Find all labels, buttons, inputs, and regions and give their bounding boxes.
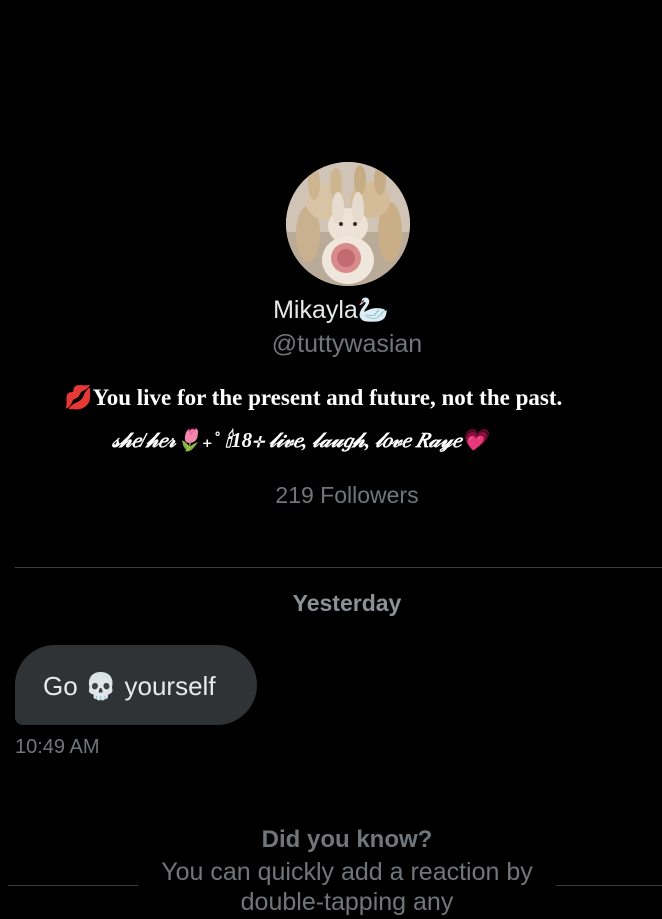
tip-body: You can quickly add a reaction by double… <box>161 858 533 916</box>
tip-title: Did you know? <box>261 826 433 853</box>
profile-handle[interactable]: @tuttywasian <box>0 330 662 359</box>
header-divider <box>15 567 662 568</box>
followers-count[interactable]: 219 Followers <box>0 482 662 509</box>
profile-name: Mikayla🦢 <box>273 296 389 324</box>
date-separator: Yesterday <box>292 590 402 616</box>
tip-divider-left <box>8 885 138 886</box>
profile-avatar[interactable] <box>286 162 410 286</box>
bunny-plush-photo <box>286 162 410 286</box>
profile-bio-line-2: 𝓈𝒽𝑒/𝒽𝑒𝓇🌷₊˚ 🕯18⊹ 𝓁𝒾𝓋𝑒, 𝓁𝒶𝓊𝑔𝒽, 𝓁𝑜𝓋𝑒 𝑅𝒶𝓎𝑒💗 <box>112 428 488 452</box>
profile-bio-line-1: 💋You live for the present and future, no… <box>64 385 563 410</box>
message-text: Go 💀 yourself <box>43 671 216 701</box>
tip-divider-right <box>556 885 662 886</box>
message-timestamp: 10:49 AM <box>15 736 100 758</box>
message-bubble[interactable]: Go 💀 yourself <box>15 645 257 725</box>
